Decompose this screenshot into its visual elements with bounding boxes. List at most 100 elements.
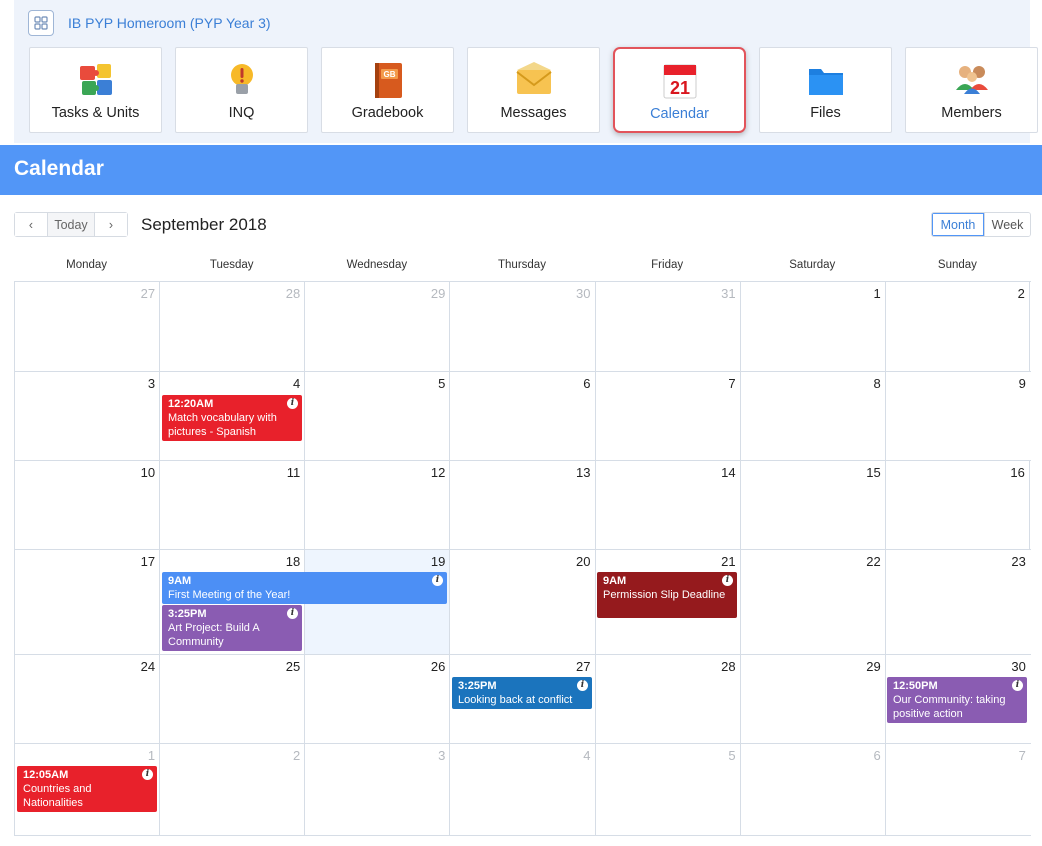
day-number: 4 (583, 748, 591, 763)
info-icon[interactable]: i (142, 769, 153, 780)
event-time: 12:05AM (23, 769, 69, 781)
grid-icon[interactable] (28, 10, 54, 36)
calendar-event[interactable]: 3:25PM Looking back at conflict i (452, 677, 592, 709)
day-cell[interactable]: 6 (449, 372, 594, 460)
month-view-button[interactable]: Month (932, 213, 984, 236)
calendar-event[interactable]: 9AM Permission Slip Deadline i (597, 572, 737, 618)
tool-inq[interactable]: INQ (175, 47, 308, 133)
calendar-icon: 21 (660, 61, 700, 101)
day-cell[interactable]: 27 (14, 282, 159, 371)
calendar-event[interactable]: 12:05AM Countries and Nationalities i (17, 766, 157, 812)
day-number: 18 (285, 554, 301, 569)
day-cell[interactable]: 2 (159, 744, 304, 835)
day-cell[interactable]: 7 (594, 372, 740, 460)
day-cell[interactable]: 5 (594, 744, 740, 835)
day-cell[interactable]: 3 (304, 744, 449, 835)
puzzle-icon (76, 60, 116, 100)
week-view-button[interactable]: Week (984, 213, 1030, 236)
day-cell[interactable]: 20 (449, 550, 594, 654)
day-cell[interactable]: 22 (739, 550, 885, 654)
event-time: 3:25PM (168, 608, 207, 620)
day-cell[interactable]: 25 (159, 655, 304, 743)
info-icon[interactable]: i (287, 398, 298, 409)
course-header: IB PYP Homeroom (PYP Year 3) Tasks & Uni… (14, 0, 1038, 143)
day-number: 11 (286, 465, 301, 480)
course-row: IB PYP Homeroom (PYP Year 3) (28, 10, 271, 36)
prev-button[interactable]: ‹ (15, 213, 47, 236)
day-number: 29 (430, 286, 446, 301)
calendar-event[interactable]: 12:20AM Match vocabulary with pictures -… (162, 395, 302, 441)
info-icon[interactable]: i (722, 575, 733, 586)
tool-calendar[interactable]: 21 Calendar (613, 47, 746, 133)
day-cell[interactable]: 10 (14, 461, 159, 549)
calendar-event[interactable]: 9AM First Meeting of the Year! i (162, 572, 447, 604)
tool-gradebook[interactable]: GB Gradebook (321, 47, 454, 133)
day-number: 5 (728, 748, 736, 763)
tool-messages[interactable]: Messages (467, 47, 600, 133)
event-time: 12:20AM (168, 398, 214, 410)
calendar-event[interactable]: 12:50PM Our Community: taking positive a… (887, 677, 1027, 723)
day-cell[interactable]: 11 (159, 461, 304, 549)
info-icon[interactable]: i (577, 680, 588, 691)
next-button[interactable]: › (95, 213, 127, 236)
day-number: 25 (285, 659, 301, 674)
people-icon (952, 60, 992, 100)
day-cell[interactable]: 6 (739, 744, 885, 835)
event-title: Countries and Nationalities (23, 783, 92, 809)
calendar-week: 1 2 3 4 5 6 7 12:05AM Countries and Nati… (14, 744, 1031, 836)
info-icon[interactable]: i (1012, 680, 1023, 691)
calendar-week: 10 11 12 13 14 15 16 (14, 461, 1031, 550)
day-cell[interactable]: 29 (304, 282, 449, 371)
day-cell[interactable]: 5 (304, 372, 449, 460)
event-title: Our Community: taking positive action (893, 694, 1006, 720)
tool-label: Calendar (650, 106, 709, 122)
event-time: 12:50PM (893, 680, 938, 692)
day-cell[interactable]: 9 (884, 372, 1030, 460)
day-cell[interactable]: 28 (594, 655, 740, 743)
day-number: 5 (438, 376, 446, 391)
day-cell[interactable]: 24 (14, 655, 159, 743)
day-cell[interactable]: 3 (14, 372, 159, 460)
day-cell[interactable]: 17 (14, 550, 159, 654)
day-number: 21 (721, 554, 736, 569)
day-number: 15 (866, 465, 881, 480)
day-cell[interactable]: 30 (449, 282, 594, 371)
tool-files[interactable]: Files (759, 47, 892, 133)
course-title[interactable]: IB PYP Homeroom (PYP Year 3) (68, 15, 271, 31)
day-cell[interactable]: 14 (594, 461, 740, 549)
day-cell[interactable]: 13 (449, 461, 594, 549)
tool-label: Gradebook (351, 105, 424, 121)
tool-label: Messages (500, 105, 567, 121)
tool-label: Members (941, 105, 1002, 121)
day-cell[interactable]: 7 (884, 744, 1030, 835)
day-number: 14 (721, 465, 736, 480)
day-cell[interactable]: 12 (304, 461, 449, 549)
today-button[interactable]: Today (47, 213, 95, 236)
day-cell[interactable]: 1 (739, 282, 885, 371)
day-number: 16 (1010, 465, 1025, 480)
day-cell[interactable]: 29 (739, 655, 885, 743)
day-cell[interactable]: 8 (739, 372, 885, 460)
day-cell[interactable]: 23 (884, 550, 1030, 654)
day-number: 24 (140, 659, 156, 674)
svg-text:GB: GB (383, 70, 395, 79)
day-cell[interactable]: 26 (304, 655, 449, 743)
info-icon[interactable]: i (432, 575, 443, 586)
lightbulb-icon (222, 60, 262, 100)
tool-tasks-units[interactable]: Tasks & Units (29, 47, 162, 133)
day-number: 1 (147, 748, 156, 763)
day-cell[interactable]: 28 (159, 282, 304, 371)
day-cell[interactable]: 15 (739, 461, 885, 549)
day-number: 23 (1011, 554, 1026, 569)
calendar-event[interactable]: 3:25PM Art Project: Build A Community i (162, 605, 302, 651)
tool-label: INQ (228, 105, 255, 121)
day-cell[interactable]: 4 (449, 744, 594, 835)
tool-label: Tasks & Units (51, 105, 140, 121)
day-cell[interactable]: 16 (884, 461, 1030, 549)
event-title: First Meeting of the Year! (168, 589, 291, 601)
day-cell[interactable]: 2 (884, 282, 1030, 371)
event-time: 9AM (168, 575, 192, 587)
day-cell[interactable]: 31 (594, 282, 740, 371)
tool-members[interactable]: Members (905, 47, 1038, 133)
info-icon[interactable]: i (287, 608, 298, 619)
